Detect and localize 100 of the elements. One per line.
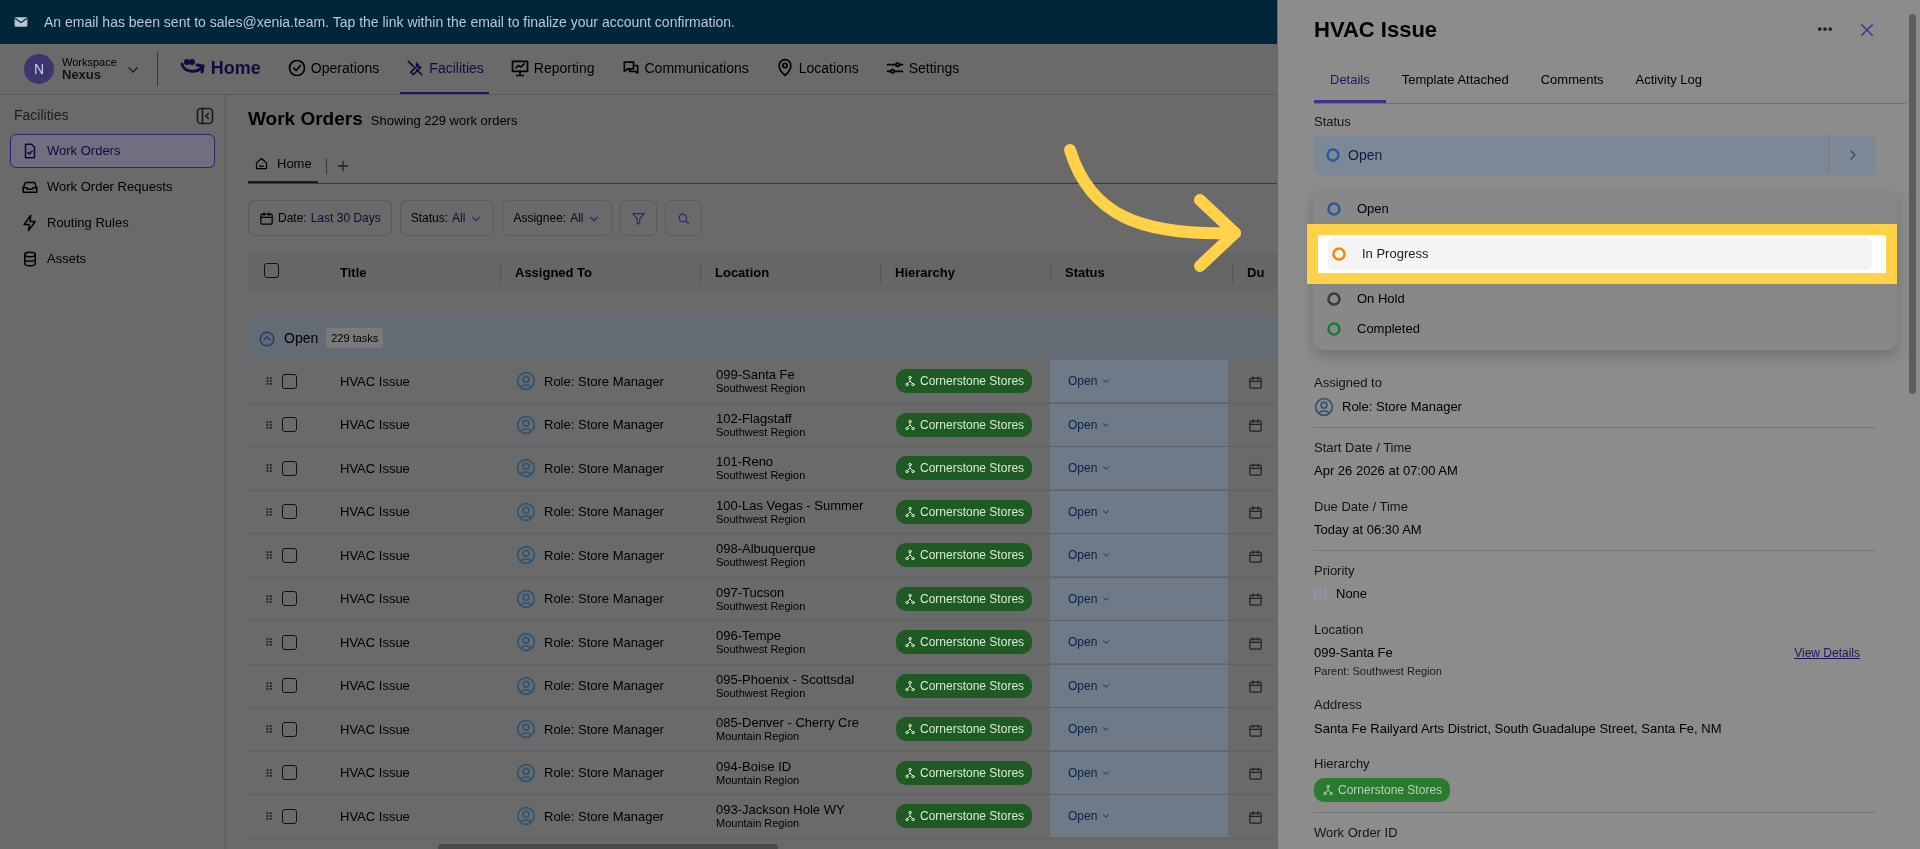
status-dropdown[interactable]: Open [1050, 403, 1228, 446]
nav-tab[interactable]: Communications [615, 44, 754, 94]
nav-tab[interactable]: Locations [769, 44, 864, 94]
banner-message: An email has been sent to sales@xenia.team. Tap the link within the email to finalize your account confirmation. [44, 12, 735, 32]
location-region: Southwest Region [716, 425, 807, 438]
row-checkbox[interactable] [282, 504, 297, 520]
title-cell: HVAC Issue [340, 547, 410, 563]
field-label: Location [1314, 620, 1365, 639]
location-name: 085-Denver - Cherry Cre [716, 716, 861, 731]
status-option[interactable]: On Hold [1323, 283, 1897, 314]
panel-tab[interactable]: Details [1314, 58, 1386, 103]
hierarchy-icon [904, 810, 916, 823]
row-checkbox[interactable] [282, 547, 297, 563]
title-cell: HVAC Issue [340, 460, 410, 476]
location-name: 100-Las Vegas - Summer [716, 498, 865, 513]
person-circle-icon [516, 632, 536, 653]
status-dropdown[interactable]: Open [1050, 490, 1228, 533]
collapse-sidebar-icon[interactable] [195, 105, 215, 126]
panel-tab[interactable]: Comments [1524, 58, 1620, 103]
hierarchy-tag: Cornerstone Stores [896, 543, 1033, 568]
sidebar-item[interactable]: Work Order Requests [10, 170, 215, 204]
assignee-cell-text: Role: Store Manager [544, 807, 664, 826]
title-cell: HVAC Issue [340, 417, 410, 432]
row-checkbox[interactable] [282, 678, 297, 694]
status-dropdown[interactable]: Open [1050, 664, 1228, 707]
status-option[interactable]: Open [1323, 193, 1897, 224]
hierarchy-tag: Cornerstone Stores [1314, 777, 1451, 802]
status-dropdown[interactable]: Open [1050, 751, 1228, 794]
assignee-cell-text: Role: Store Manager [544, 546, 664, 565]
hierarchy-icon [904, 766, 916, 779]
collapse-group-icon[interactable] [258, 329, 276, 348]
field-label: Hierarchy [1314, 755, 1371, 773]
sidebar-item[interactable]: Assets [10, 242, 215, 276]
group-count: 229 tasks [326, 327, 384, 349]
hierarchy-icon [904, 636, 916, 649]
status-dropdown[interactable]: Open [1050, 534, 1228, 577]
filter-dropdown[interactable]: Date: Last 30 Days [248, 200, 392, 236]
row-checkbox[interactable] [282, 373, 297, 389]
location-parent: Parent: Southwest Region [1314, 663, 1443, 679]
status-option[interactable]: Completed [1323, 313, 1897, 344]
check-circle-icon [286, 58, 307, 78]
field-value: Santa Fe Railyard Arts District, South Guadalupe Street, Santa Fe, NM [1314, 719, 1723, 738]
row-checkbox[interactable] [282, 808, 297, 824]
workspace-label: Workspace [62, 55, 117, 68]
hierarchy-tag: Cornerstone Stores [896, 412, 1033, 437]
location-name: 098-Albuquerque [716, 542, 817, 557]
title-cell: HVAC Issue [340, 765, 410, 780]
calendar-icon [1248, 809, 1263, 825]
nav-tab[interactable]: Settings [879, 44, 965, 94]
field-label: Priority [1314, 561, 1356, 580]
nav-tab[interactable]: Reporting [504, 44, 600, 94]
filter-dropdown[interactable]: Status: All [399, 200, 495, 236]
sidebar-item[interactable]: Routing Rules [10, 206, 215, 240]
view-details-link[interactable]: View Details [1794, 643, 1860, 662]
filter-dropdown[interactable]: Assignee: All [502, 200, 613, 236]
row-checkbox[interactable] [282, 460, 297, 476]
status-dropdown[interactable]: Open [1050, 708, 1228, 751]
location-region: Southwest Region [716, 382, 807, 395]
row-checkbox[interactable] [282, 634, 297, 650]
nav-tab[interactable]: Operations [281, 44, 385, 94]
assignee-cell-text: Role: Store Manager [544, 633, 664, 652]
person-circle-icon [516, 588, 536, 609]
workspace-name: Nexus [62, 67, 102, 83]
assignee-cell-text: Role: Store Manager [544, 590, 664, 608]
location-region: Mountain Region [716, 773, 801, 786]
location-region: Southwest Region [716, 686, 807, 699]
status-select[interactable]: Open [1314, 135, 1876, 175]
column-header: Assigned To [500, 263, 700, 283]
location-region: Mountain Region [716, 817, 801, 830]
title-cell: HVAC Issue [340, 591, 410, 606]
status-dropdown[interactable]: Open [1050, 447, 1228, 490]
select-all-checkbox[interactable] [264, 262, 279, 278]
nav-tab[interactable]: Home [173, 44, 266, 94]
row-checkbox[interactable] [282, 765, 297, 781]
workspace-avatar[interactable]: N [24, 54, 54, 84]
status-dropdown[interactable]: Open [1050, 621, 1228, 664]
status-dropdown[interactable]: Open [1050, 795, 1228, 838]
hierarchy-tag: Cornerstone Stores [896, 760, 1033, 785]
envelope-icon [14, 15, 28, 29]
nav-tab[interactable]: Facilities [400, 44, 489, 94]
home-icon [254, 155, 269, 171]
filter-button[interactable] [620, 200, 658, 236]
status-dropdown[interactable]: Open [1050, 360, 1228, 403]
panel-tab[interactable]: Template Attached [1385, 58, 1525, 103]
status-dropdown[interactable]: Open [1050, 577, 1228, 620]
lightning-icon [21, 214, 39, 232]
sidebar-item[interactable]: Work Orders [10, 134, 215, 168]
person-circle-icon [516, 371, 536, 392]
priority-bars-icon [1314, 587, 1328, 600]
row-checkbox[interactable] [282, 721, 297, 737]
panel-tab[interactable]: Activity Log [1619, 58, 1719, 103]
status-option[interactable]: In Progress [1328, 237, 1872, 270]
vertical-scrollbar[interactable] [1909, 14, 1916, 394]
horizontal-scrollbar[interactable] [438, 843, 778, 849]
row-checkbox[interactable] [282, 591, 297, 607]
person-circle-icon [516, 719, 536, 740]
location-region: Mountain Region [716, 730, 801, 743]
view-tab[interactable]: Home [248, 149, 318, 183]
field-value: Today at 06:30 AM [1314, 521, 1423, 539]
row-checkbox[interactable] [282, 417, 297, 433]
